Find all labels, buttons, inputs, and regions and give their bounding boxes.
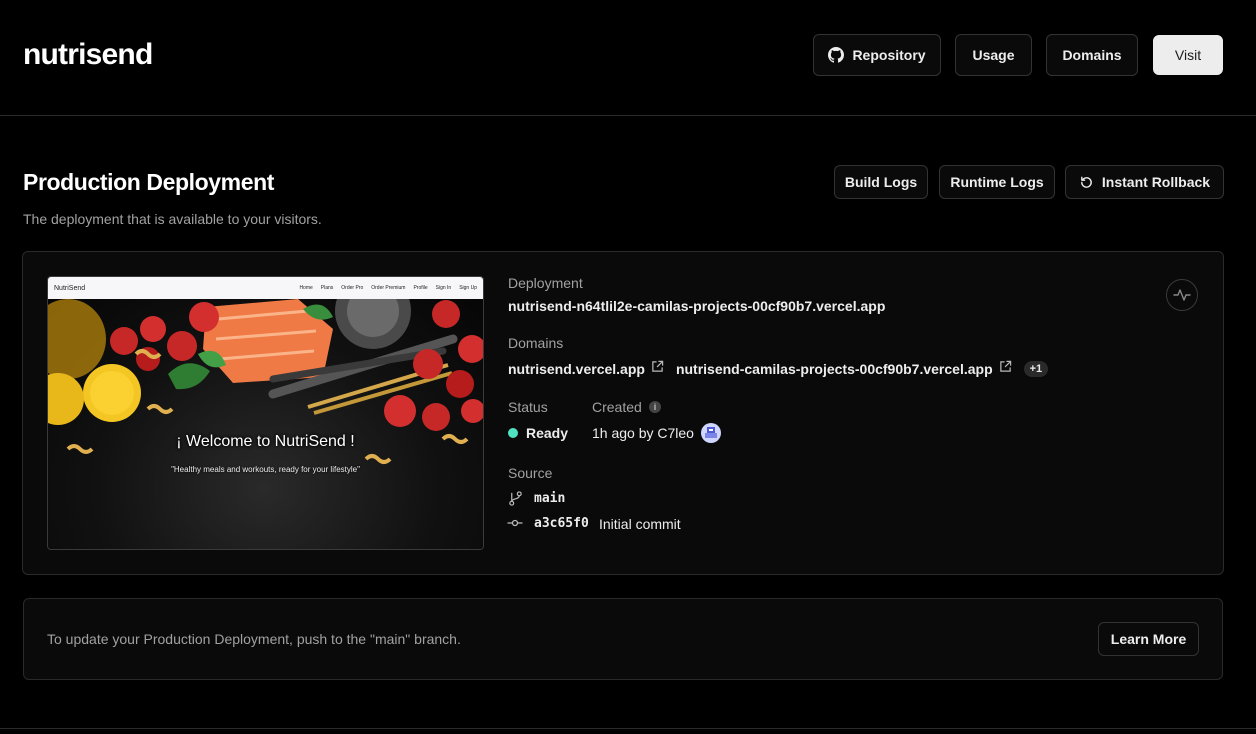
preview-navbar: NutriSend Home Plans Order Pro Order Pre… xyxy=(48,277,483,299)
visit-button[interactable]: Visit xyxy=(1153,35,1223,75)
section-subtitle: The deployment that is available to your… xyxy=(23,211,322,227)
external-link-icon[interactable] xyxy=(651,360,664,378)
status-label: Status xyxy=(508,399,548,415)
deployment-preview[interactable]: NutriSend Home Plans Order Pro Order Pre… xyxy=(47,276,484,550)
activity-icon[interactable] xyxy=(1166,279,1198,311)
preview-nav-link: Order Pro xyxy=(341,285,364,291)
preview-hero-image: ¡ Welcome to NutriSend ! "Healthy meals … xyxy=(48,299,483,549)
external-link-icon[interactable] xyxy=(999,360,1012,378)
section-title: Production Deployment xyxy=(23,169,275,195)
info-icon[interactable]: i xyxy=(649,401,661,413)
instant-rollback-label: Instant Rollback xyxy=(1101,174,1211,190)
preview-nav-links: Home Plans Order Pro Order Premium Profi… xyxy=(299,285,477,291)
runtime-logs-button[interactable]: Runtime Logs xyxy=(939,165,1055,199)
domain-link[interactable]: nutrisend.vercel.app xyxy=(508,361,645,377)
domains-label: Domains xyxy=(508,335,564,351)
preview-nav-link: Plans xyxy=(320,285,334,291)
status-indicator xyxy=(508,428,518,438)
repository-label: Repository xyxy=(852,47,926,63)
created-value: 1h ago by C7leo xyxy=(592,425,694,441)
created-label: Created xyxy=(592,399,642,415)
preview-welcome-text: ¡ Welcome to NutriSend ! xyxy=(176,433,355,450)
divider xyxy=(0,728,1256,729)
branch-icon xyxy=(508,491,523,511)
preview-nav-link: Sign In xyxy=(435,285,452,291)
status-value: Ready xyxy=(526,425,569,441)
preview-brand: NutriSend xyxy=(54,284,86,292)
deployment-url[interactable]: nutrisend-n64tlil2e-camilas-projects-00c… xyxy=(508,297,885,315)
rollback-icon xyxy=(1079,175,1094,190)
source-label: Source xyxy=(508,465,553,481)
update-notice-text: To update your Production Deployment, pu… xyxy=(47,631,461,647)
build-logs-button[interactable]: Build Logs xyxy=(834,165,928,199)
branch-name[interactable]: main xyxy=(534,490,565,508)
learn-more-button[interactable]: Learn More xyxy=(1098,622,1199,656)
domain-link[interactable]: nutrisend-camilas-projects-00cf90b7.verc… xyxy=(676,361,993,377)
project-title: nutrisend xyxy=(23,38,153,71)
commit-icon xyxy=(507,516,523,535)
build-logs-label: Build Logs xyxy=(844,174,918,190)
github-icon xyxy=(828,47,845,63)
preview-tagline: "Healthy meals and workouts, ready for y… xyxy=(171,465,360,474)
learn-more-label: Learn More xyxy=(1110,631,1187,647)
runtime-logs-label: Runtime Logs xyxy=(950,174,1044,190)
repository-button[interactable]: Repository xyxy=(813,34,941,76)
avatar[interactable] xyxy=(701,423,721,443)
commit-hash[interactable]: a3c65f0 xyxy=(534,515,589,533)
usage-button[interactable]: Usage xyxy=(955,34,1032,76)
domains-button[interactable]: Domains xyxy=(1046,34,1138,76)
visit-label: Visit xyxy=(1174,47,1202,63)
domains-label: Domains xyxy=(1062,47,1122,63)
instant-rollback-button[interactable]: Instant Rollback xyxy=(1065,165,1224,199)
deployment-label: Deployment xyxy=(508,275,583,291)
usage-label: Usage xyxy=(972,47,1015,63)
food-illustration xyxy=(48,299,483,464)
preview-nav-link: Sign Up xyxy=(459,285,477,291)
preview-nav-link: Profile xyxy=(413,285,428,291)
more-domains-badge[interactable]: +1 xyxy=(1023,361,1049,377)
commit-message[interactable]: Initial commit xyxy=(599,515,681,533)
preview-nav-link: Home xyxy=(299,285,313,291)
domains-list: nutrisend.vercel.app nutrisend-camilas-p… xyxy=(508,359,1049,379)
preview-nav-link: Order Premium xyxy=(371,285,406,291)
